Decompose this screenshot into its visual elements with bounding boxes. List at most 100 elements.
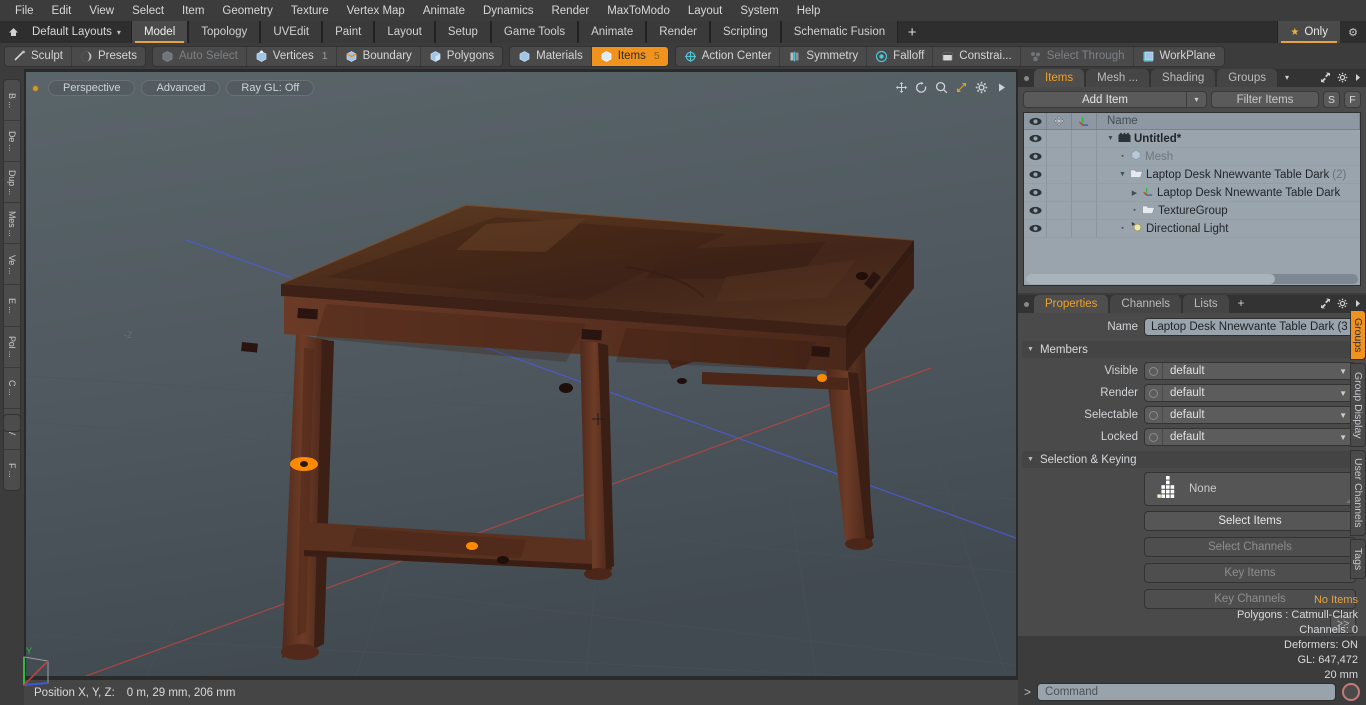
left-tab-fusion[interactable]: F ... (4, 450, 20, 490)
viewport-view-selector[interactable]: Perspective (48, 80, 136, 96)
vtab-group-display[interactable]: Group Display (1350, 363, 1366, 447)
filter-s-button[interactable]: S (1323, 91, 1340, 108)
left-tab-edge[interactable]: E ... (4, 285, 20, 327)
radio-icon[interactable] (1145, 385, 1163, 401)
fit-icon[interactable] (955, 81, 968, 96)
name-input[interactable]: Laptop Desk Nnewvante Table Dark (3 (1144, 318, 1356, 336)
left-tab-vertex[interactable]: Ve ... (4, 244, 20, 286)
home-icon[interactable] (0, 21, 26, 43)
left-tab-curve[interactable]: C ... (4, 368, 20, 409)
render-dropdown[interactable]: default ▼ (1144, 384, 1356, 402)
table-row[interactable]: ▶ Laptop Desk Nnewvante Table Dark (1024, 184, 1360, 202)
keyset-selector[interactable]: None (1144, 472, 1356, 506)
members-section-header[interactable]: ▼ Members (1022, 341, 1362, 358)
row-visibility-toggle[interactable] (1024, 130, 1047, 148)
menu-item-view[interactable]: View (80, 2, 123, 20)
rotate-icon[interactable] (915, 81, 928, 96)
left-tab-basic[interactable]: B ... (4, 80, 20, 122)
tab-render[interactable]: Render (646, 21, 710, 43)
row-axis-cell[interactable] (1072, 220, 1097, 238)
row-move-cell[interactable] (1047, 166, 1072, 184)
chevron-right-icon[interactable] (1354, 72, 1362, 86)
row-name-cell[interactable]: ▪ TextureGroup (1097, 202, 1360, 220)
tab-channels[interactable]: Channels (1110, 295, 1182, 313)
default-layouts-dropdown[interactable]: Default Layouts ▾ (26, 21, 131, 43)
row-visibility-toggle[interactable] (1024, 148, 1047, 166)
menu-item-item[interactable]: Item (173, 2, 213, 20)
symmetry-button[interactable]: Symmetry (780, 46, 868, 66)
gear-icon[interactable]: ⚙ (1340, 21, 1366, 43)
locked-dropdown[interactable]: default ▼ (1144, 428, 1356, 446)
tab-shading[interactable]: Shading (1151, 69, 1216, 87)
filter-items-input[interactable]: Filter Items (1211, 91, 1319, 108)
menu-item-maxtomodo[interactable]: MaxToModo (598, 2, 679, 20)
select-channels-button[interactable]: Select Channels (1144, 537, 1356, 557)
add-item-dropdown[interactable]: ▾ (1187, 91, 1207, 108)
radio-icon[interactable] (1145, 363, 1163, 379)
falloff-button[interactable]: Falloff (867, 46, 934, 66)
item-tree-horizontal-scrollbar[interactable] (1026, 274, 1358, 284)
presets-button[interactable]: Presets (72, 47, 145, 66)
left-tab-polygon[interactable]: Pol ... (4, 327, 20, 368)
play-icon[interactable] (995, 81, 1008, 96)
chevron-down-icon[interactable]: ▼ (1339, 433, 1347, 442)
filter-f-button[interactable]: F (1344, 91, 1361, 108)
column-axis-icon[interactable] (1072, 113, 1097, 129)
left-tab-mesh[interactable]: Mes ... (4, 203, 20, 245)
menu-item-layout[interactable]: Layout (679, 2, 732, 20)
row-visibility-toggle[interactable] (1024, 184, 1047, 202)
menu-item-vertex-map[interactable]: Vertex Map (338, 2, 414, 20)
menu-item-dynamics[interactable]: Dynamics (474, 2, 542, 20)
menu-item-select[interactable]: Select (123, 2, 173, 20)
row-axis-cell[interactable] (1072, 166, 1097, 184)
tab-setup[interactable]: Setup (434, 21, 491, 43)
gear-icon[interactable] (1337, 72, 1348, 86)
scrollbar-thumb[interactable] (1026, 274, 1275, 284)
row-axis-cell[interactable] (1072, 184, 1097, 202)
table-row[interactable]: ▼ Untitled* (1024, 130, 1360, 148)
table-row[interactable]: ▪ Mesh (1024, 148, 1360, 166)
view-indicator-icon[interactable] (32, 84, 39, 92)
row-axis-cell[interactable] (1072, 130, 1097, 148)
chevron-down-icon[interactable]: ▼ (1339, 367, 1347, 376)
items-mode-button[interactable]: Items 5 (591, 46, 668, 66)
menu-item-geometry[interactable]: Geometry (213, 2, 282, 20)
row-move-cell[interactable] (1047, 184, 1072, 202)
table-row[interactable]: ▼ Laptop Desk Nnewvante Table Dark (2) (1024, 166, 1360, 184)
tab-properties[interactable]: Properties (1034, 295, 1109, 313)
radio-icon[interactable] (1145, 407, 1163, 423)
viewport-raygl-toggle[interactable]: Ray GL: Off (226, 80, 315, 96)
chevron-down-icon[interactable]: ▼ (1339, 411, 1347, 420)
column-visibility-icon[interactable] (1024, 113, 1047, 129)
menu-item-render[interactable]: Render (542, 2, 598, 20)
row-name-cell[interactable]: ▪ Mesh (1097, 148, 1360, 166)
column-move-icon[interactable] (1047, 113, 1072, 129)
select-through-button[interactable]: Select Through (1021, 46, 1134, 66)
menu-item-texture[interactable]: Texture (282, 2, 338, 20)
tab-groups[interactable]: Groups (1217, 69, 1277, 87)
vtab-tags[interactable]: Tags (1350, 539, 1366, 579)
table-row[interactable]: ▪ TextureGroup (1024, 202, 1360, 220)
disclosure-open-icon[interactable]: ▼ (1118, 171, 1127, 178)
tab-uvedit[interactable]: UVEdit (260, 21, 323, 43)
tab-items[interactable]: Items (1034, 69, 1085, 87)
row-axis-cell[interactable] (1072, 202, 1097, 220)
record-icon[interactable] (1342, 683, 1360, 701)
add-item-button[interactable]: Add Item (1023, 91, 1187, 108)
row-visibility-toggle[interactable] (1024, 202, 1047, 220)
disclosure-closed-icon[interactable]: ▶ (1130, 189, 1139, 197)
command-input[interactable]: Command (1037, 683, 1336, 701)
key-items-button[interactable]: Key Items (1144, 563, 1356, 583)
menu-item-animate[interactable]: Animate (414, 2, 474, 20)
action-center-button[interactable]: Action Center (676, 46, 781, 66)
row-name-cell[interactable]: ▪ Directional Light (1097, 220, 1360, 238)
tab-lists[interactable]: Lists (1183, 295, 1229, 313)
row-move-cell[interactable] (1047, 148, 1072, 166)
tab-schematic-fusion[interactable]: Schematic Fusion (780, 21, 899, 43)
disclosure-open-icon[interactable]: ▼ (1106, 135, 1115, 142)
add-layout-tab-button[interactable]: + (898, 21, 927, 43)
boundary-button[interactable]: Boundary (337, 46, 421, 66)
disclosure-open-icon[interactable]: ▼ (1027, 456, 1034, 463)
item-tree[interactable]: Name ▼ Untitled* ▪ Mesh ▼ Laptop Desk Nn… (1023, 112, 1361, 286)
tab-topology[interactable]: Topology (188, 21, 261, 43)
